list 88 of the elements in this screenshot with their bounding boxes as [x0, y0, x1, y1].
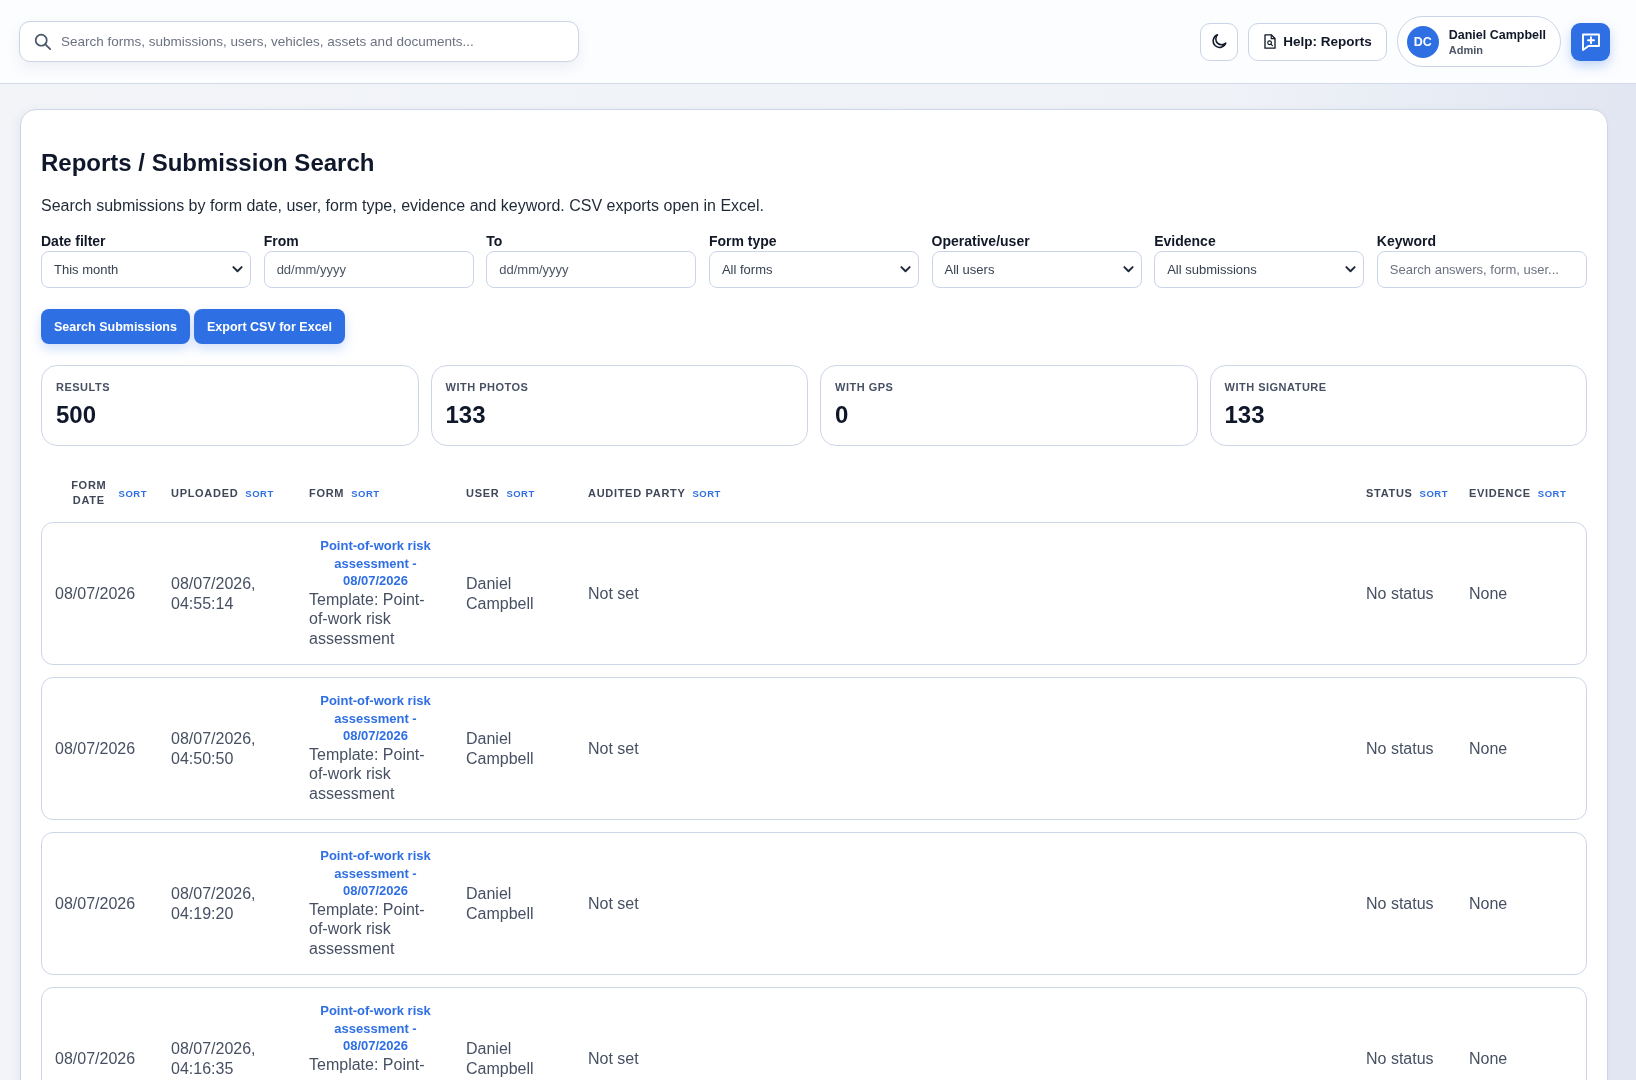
template-text: Template: Point-of-work risk assessment	[309, 744, 426, 803]
export-csv-button[interactable]: Export CSV for Excel	[193, 309, 345, 344]
filter-label: Keyword	[1376, 232, 1437, 250]
filter-label: To	[486, 232, 504, 250]
form-link[interactable]: Point-of-work risk assessment - 08/07/2026	[309, 692, 442, 745]
form-link[interactable]: Point-of-work risk assessment - 08/07/2026	[309, 537, 442, 590]
column-header: STATUS	[1366, 485, 1413, 501]
theme-toggle-button[interactable]	[1200, 22, 1239, 61]
table-cell-text: None	[1469, 738, 1509, 759]
new-message-button[interactable]	[1571, 22, 1610, 61]
stat-label: RESULTS	[56, 381, 111, 394]
search-field[interactable]: Search forms, submissions, users, vehicles, assets and documents...	[19, 21, 579, 62]
table-cell-text: 08/07/2026	[55, 738, 137, 759]
user-role: Admin	[1448, 42, 1484, 57]
filter-label: Operative/user	[931, 232, 1031, 250]
table-cell-text: 08/07/2026	[55, 893, 137, 914]
form-link[interactable]: Point-of-work risk assessment - 08/07/2026	[309, 847, 442, 900]
dropdown[interactable]: This month	[41, 251, 252, 288]
table-cell-text: Daniel Campbell	[466, 883, 535, 924]
user-menu-button[interactable]: DC Daniel Campbell Admin	[1396, 16, 1561, 67]
search-submissions-button[interactable]: Search Submissions	[41, 309, 190, 344]
table-cell-text: None	[1469, 1048, 1509, 1069]
table-cell-text: No status	[1366, 738, 1435, 759]
table-cell-text: No status	[1366, 583, 1435, 604]
sort-button[interactable]: SORT	[1537, 487, 1567, 499]
dropdown[interactable]: All forms	[708, 251, 920, 288]
page-title: Reports / Submission Search	[41, 148, 376, 178]
stat-value: 0	[835, 400, 849, 430]
file-search-icon	[1264, 34, 1277, 49]
stat-label: WITH GPS	[835, 381, 894, 394]
chevron-down-icon	[232, 266, 244, 273]
filter-label: Date filter	[41, 232, 107, 250]
chevron-down-icon	[1345, 266, 1357, 273]
table-cell-text: No status	[1366, 893, 1435, 914]
sort-button[interactable]: SORT	[118, 487, 147, 499]
table-cell-text: 08/07/2026	[55, 583, 137, 604]
table-cell-text: 08/07/2026, 04:16:35	[171, 1038, 257, 1079]
filter-label: Evidence	[1154, 232, 1217, 250]
column-header: AUDITED PARTY	[588, 485, 686, 501]
table-cell-text: No status	[1366, 1048, 1435, 1069]
template-text: Template: Point-	[309, 1054, 426, 1074]
column-header: FORM DATE	[70, 478, 108, 508]
table-cell-text: Not set	[588, 893, 640, 914]
sort-button[interactable]: SORT	[692, 487, 721, 499]
table-cell-text: Not set	[588, 583, 640, 604]
stat-value: 500	[56, 400, 97, 430]
template-text: Template: Point-of-work risk assessment	[309, 899, 426, 958]
sort-button[interactable]: SORT	[245, 487, 274, 499]
table-cell-text: Not set	[588, 738, 640, 759]
search-icon	[34, 33, 51, 50]
avatar: DC	[1406, 25, 1439, 58]
sort-button[interactable]: SORT	[1419, 487, 1448, 499]
table-cell-text: Not set	[588, 1048, 640, 1069]
stat-value: 133	[1224, 400, 1265, 430]
stat-label: WITH PHOTOS	[445, 381, 529, 394]
column-header: EVIDENCE	[1469, 485, 1531, 501]
table-cell-text: Daniel Campbell	[466, 728, 535, 769]
stat-label: WITH SIGNATURE	[1224, 381, 1327, 394]
moon-icon	[1211, 34, 1227, 49]
table-cell-text: Daniel Campbell	[466, 1038, 535, 1079]
column-header: FORM	[309, 485, 345, 501]
dropdown[interactable]: All users	[931, 251, 1142, 288]
page-description: Search submissions by form date, user, form type, evidence and keyword. CSV exports open in Excel.	[41, 196, 765, 216]
keyword-input[interactable]: Search answers, form, user...	[1376, 251, 1587, 288]
sort-button[interactable]: SORT	[506, 487, 535, 499]
table-cell-text: 08/07/2026, 04:50:50	[171, 728, 257, 769]
table-cell-text: 08/07/2026, 04:55:14	[171, 573, 257, 614]
column-header: USER	[466, 485, 500, 501]
date-input[interactable]: dd/mm/yyyy	[263, 251, 474, 288]
dropdown[interactable]: All submissions	[1154, 251, 1365, 288]
filter-label: Form type	[708, 232, 778, 250]
table-cell-text: Daniel Campbell	[466, 573, 535, 614]
table-cell-text: 08/07/2026, 04:19:20	[171, 883, 257, 924]
form-link[interactable]: Point-of-work risk assessment - 08/07/2026	[309, 1002, 442, 1055]
filter-label: From	[263, 232, 300, 250]
user-name: Daniel Campbell	[1448, 26, 1546, 43]
column-header: UPLOADED	[171, 485, 239, 501]
table-cell-text: 08/07/2026	[55, 1048, 137, 1069]
chevron-down-icon	[900, 266, 912, 273]
stat-value: 133	[445, 400, 486, 430]
date-input[interactable]: dd/mm/yyyy	[486, 251, 697, 288]
sort-button[interactable]: SORT	[351, 487, 380, 499]
template-text: Template: Point-of-work risk assessment	[309, 589, 426, 648]
chat-plus-icon	[1581, 32, 1600, 51]
help-button[interactable]: Help: Reports	[1248, 22, 1387, 61]
table-cell-text: None	[1469, 893, 1509, 914]
chevron-down-icon	[1122, 266, 1134, 273]
table-cell-text: None	[1469, 583, 1509, 604]
